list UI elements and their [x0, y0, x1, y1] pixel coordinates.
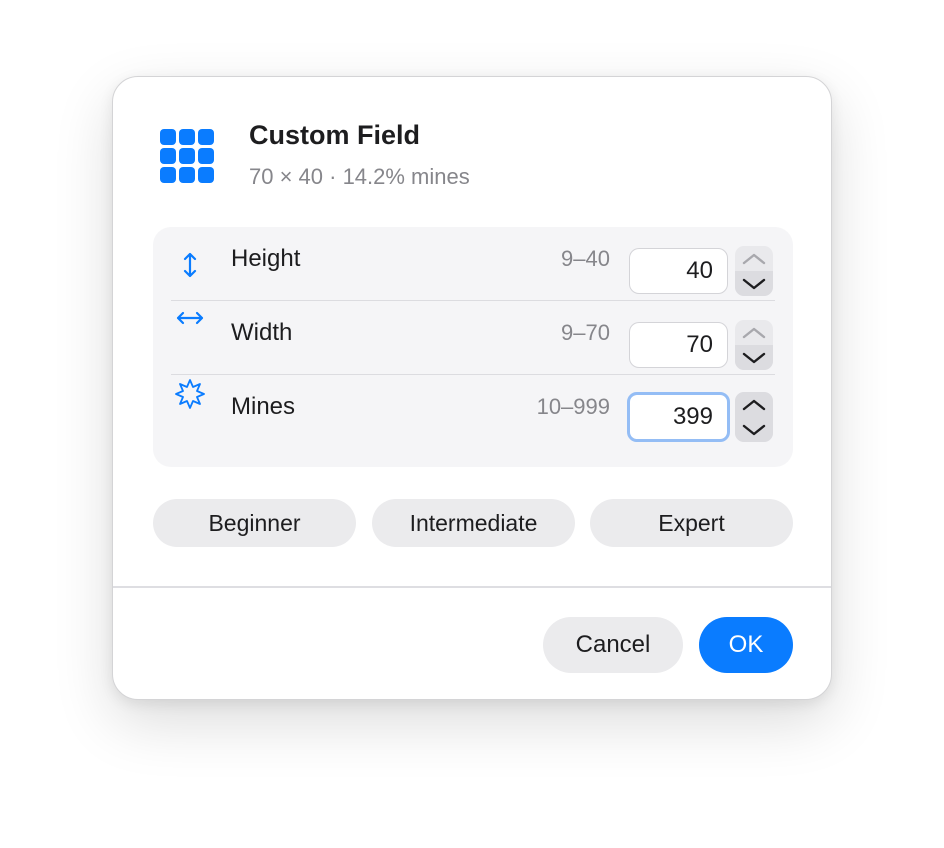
chevron-down-icon	[742, 424, 766, 435]
height-increment-button[interactable]	[735, 246, 773, 271]
height-row: Height 9–40	[153, 227, 793, 301]
preset-intermediate-button[interactable]: Intermediate	[372, 499, 575, 547]
mines-row: Mines 10–999	[153, 379, 793, 457]
dialog-title: Custom Field	[249, 120, 421, 150]
preset-expert-button[interactable]: Expert	[590, 499, 793, 547]
chevron-up-icon	[742, 327, 766, 338]
height-stepper[interactable]	[735, 246, 773, 296]
dialog-subtitle: 70 × 40 · 14.2% mines	[249, 164, 470, 189]
preset-beginner-button[interactable]: Beginner	[153, 499, 356, 547]
field-settings-group: Height 9–40 40 Width 9–70 70 Mines 10–99…	[153, 227, 793, 467]
horizontal-arrows-icon	[173, 303, 207, 333]
width-input[interactable]	[629, 322, 728, 368]
width-row: Width 9–70	[153, 309, 793, 383]
custom-field-dialog: Custom Field 70 × 40 · 14.2% mines Heigh…	[112, 76, 832, 700]
height-decrement-button[interactable]	[735, 271, 773, 296]
chevron-down-icon	[742, 278, 766, 289]
chevron-up-icon	[742, 253, 766, 264]
mines-increment-button[interactable]	[735, 392, 773, 417]
width-stepper[interactable]	[735, 320, 773, 370]
ok-button[interactable]: OK	[699, 617, 793, 673]
cancel-button[interactable]: Cancel	[543, 617, 683, 673]
grid-icon	[160, 129, 218, 187]
vertical-arrows-icon	[173, 250, 207, 280]
mines-range: 10–999	[536, 394, 610, 419]
width-label: Width	[231, 319, 293, 346]
preset-buttons: Beginner Intermediate Expert	[153, 499, 793, 547]
height-input[interactable]	[629, 248, 728, 294]
height-range: 9–40	[561, 246, 610, 271]
footer-divider	[113, 586, 831, 588]
width-decrement-button[interactable]	[735, 345, 773, 370]
chevron-down-icon	[742, 352, 766, 363]
mines-label: Mines	[231, 393, 296, 420]
row-divider	[171, 373, 775, 375]
mines-input[interactable]	[627, 392, 730, 442]
width-increment-button[interactable]	[735, 320, 773, 345]
starburst-icon	[173, 377, 207, 409]
width-range: 9–70	[561, 320, 610, 345]
row-divider	[171, 299, 775, 301]
mines-stepper[interactable]	[735, 392, 773, 442]
mines-decrement-button[interactable]	[735, 417, 773, 442]
height-label: Height	[231, 245, 301, 272]
chevron-up-icon	[742, 399, 766, 410]
